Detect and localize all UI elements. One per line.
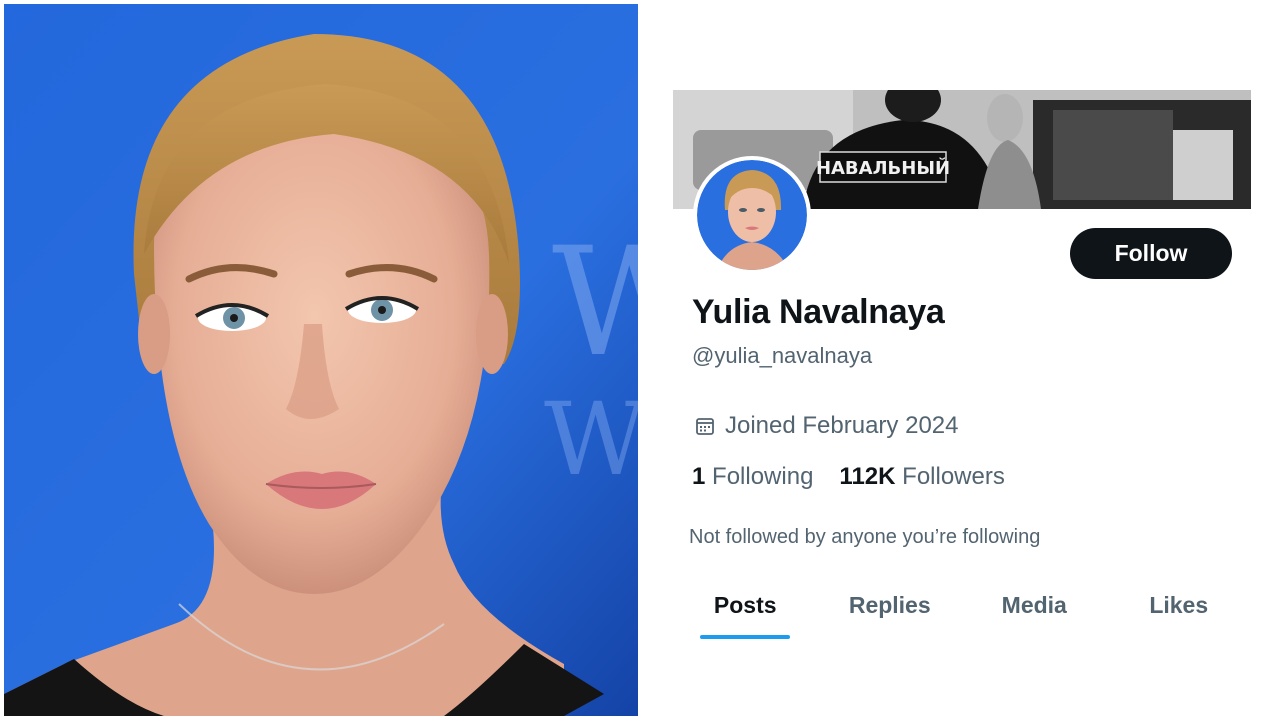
profile-card: НАВАЛЬНЫЙ Follow Yulia Navalnaya @yulia_… <box>673 90 1251 650</box>
following-count: 1 <box>692 463 706 490</box>
tab-label: Media <box>1001 592 1067 618</box>
not-followed-note: Not followed by anyone you’re following <box>689 526 1041 548</box>
followers-link[interactable]: 112K Followers <box>839 463 1004 491</box>
portrait-photo: W W <box>4 4 638 716</box>
profile-tabs: Posts Replies Media Likes <box>673 580 1251 640</box>
svg-text:W: W <box>552 216 638 390</box>
svg-text:W: W <box>544 381 638 498</box>
profile-avatar[interactable] <box>693 156 811 274</box>
followers-count: 112K <box>839 463 896 490</box>
active-tab-indicator <box>700 635 791 639</box>
follow-stats: 1 Following 112K Followers <box>692 463 1005 491</box>
stage: W W НАВАЛЬНЫЙ Follow Yulia Navalnaya @yu… <box>0 0 1280 720</box>
following-link[interactable]: 1 Following <box>692 463 813 491</box>
profile-handle: @yulia_navalnaya <box>692 343 873 368</box>
profile-display-name: Yulia Navalnaya <box>692 293 945 331</box>
tab-posts[interactable]: Posts <box>673 580 818 640</box>
follow-button[interactable]: Follow <box>1070 228 1232 279</box>
calendar-icon <box>694 415 716 437</box>
tab-label: Likes <box>1149 592 1209 618</box>
followers-label: Followers <box>902 463 1005 490</box>
tab-likes[interactable]: Likes <box>1107 580 1252 640</box>
joined-text: Joined February 2024 <box>725 412 959 439</box>
following-label: Following <box>712 463 814 490</box>
banner-jacket-text: НАВАЛЬНЫЙ <box>816 157 950 179</box>
joined-date: Joined February 2024 <box>694 412 958 440</box>
tab-label: Replies <box>848 592 931 618</box>
tab-media[interactable]: Media <box>962 580 1107 640</box>
tab-label: Posts <box>713 592 777 618</box>
tab-replies[interactable]: Replies <box>818 580 963 640</box>
